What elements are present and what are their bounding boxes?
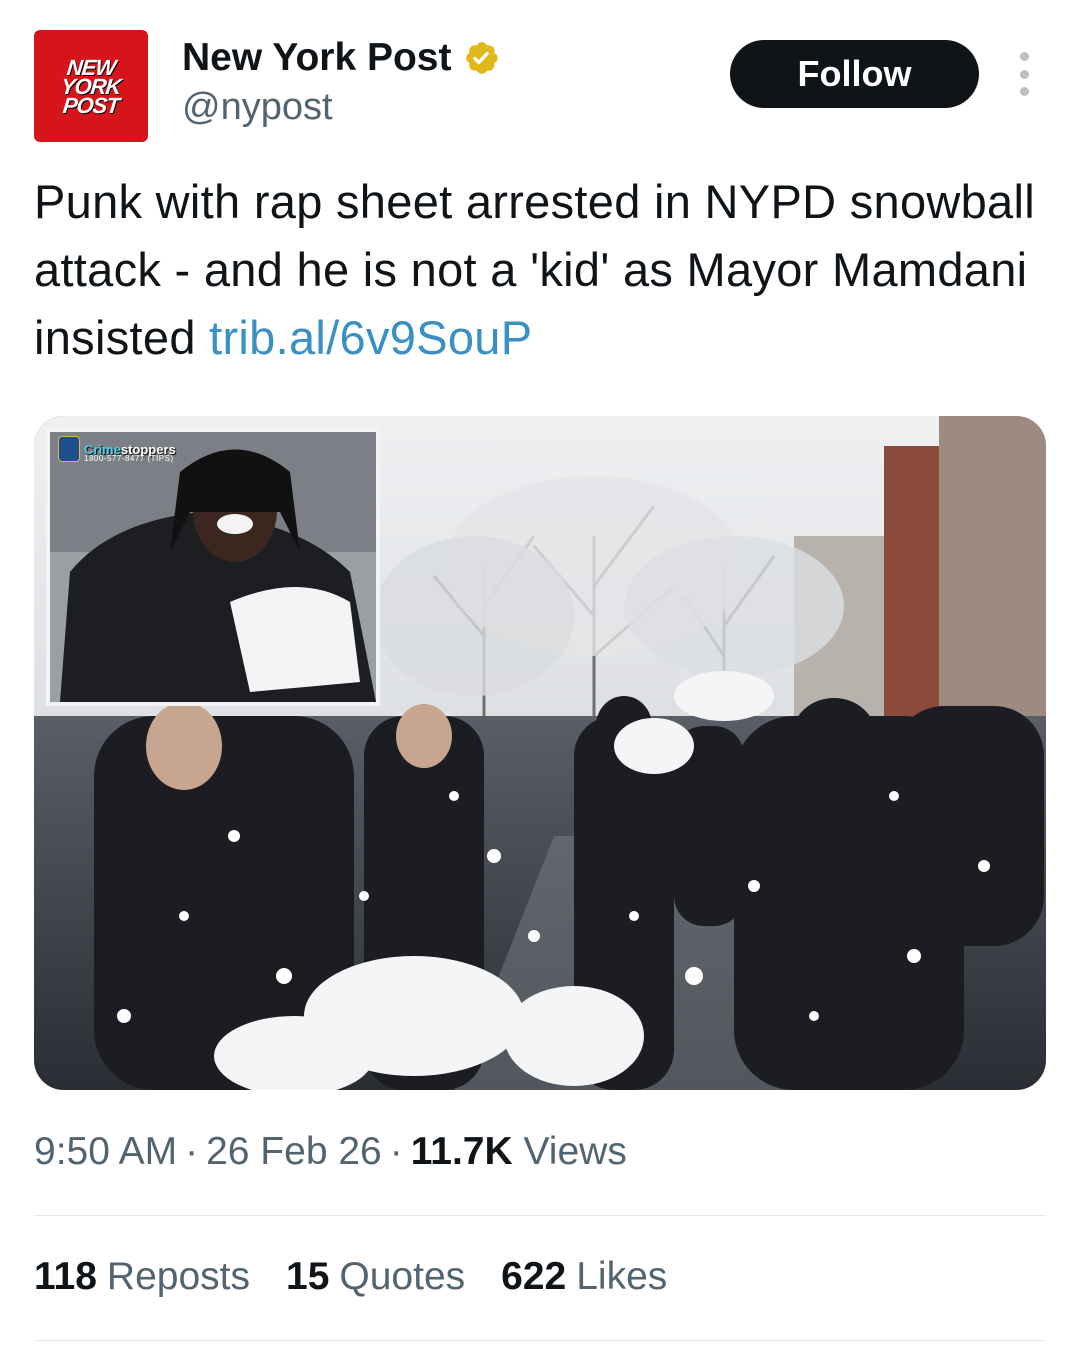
follow-button[interactable]: Follow <box>730 40 979 108</box>
tweet-meta: 9:50 AM · 26 Feb 26 · 11.7K Views <box>34 1130 627 1174</box>
likes-count: 622 <box>501 1255 567 1298</box>
author-name-row[interactable]: New York Post <box>182 36 501 80</box>
likes-stat[interactable]: 622 Likes <box>501 1255 667 1299</box>
engagement-stats: 118 Reposts 15 Quotes 622 Likes <box>34 1255 703 1299</box>
reposts-stat[interactable]: 118 Reposts <box>34 1255 250 1299</box>
more-dot <box>1019 69 1029 79</box>
more-vertical-icon[interactable] <box>1010 52 1038 96</box>
reposts-count: 118 <box>34 1255 97 1298</box>
more-dot <box>1019 87 1029 96</box>
tips-phone: 1800-577-8477 (TIPS) <box>84 454 174 463</box>
nypd-shield-icon <box>58 436 80 462</box>
tweet-text: Punk with rap sheet arrested in NYPD sno… <box>34 168 1044 372</box>
meta-separator: · <box>185 1130 199 1173</box>
logo-line-3: POST <box>61 92 121 118</box>
verified-badge-icon <box>461 38 501 78</box>
tweet-link[interactable]: trib.al/6v9SouP <box>209 311 532 364</box>
handle[interactable]: @nypost <box>182 86 333 129</box>
tweet-time[interactable]: 9:50 AM <box>34 1130 177 1173</box>
views-count: 11.7K <box>410 1130 513 1173</box>
divider <box>34 1215 1046 1216</box>
reposts-label: Reposts <box>106 1255 250 1298</box>
display-name[interactable]: New York Post <box>182 36 451 80</box>
meta-separator: · <box>389 1130 403 1173</box>
views-label: Views <box>523 1130 627 1173</box>
quotes-label: Quotes <box>339 1255 466 1298</box>
quotes-stat[interactable]: 15 Quotes <box>286 1255 465 1299</box>
avatar[interactable]: NEW YORK POST <box>34 30 148 142</box>
tweet-date[interactable]: 26 Feb 26 <box>206 1130 382 1173</box>
quotes-count: 15 <box>286 1255 330 1298</box>
likes-label: Likes <box>576 1255 668 1298</box>
tweet-body: Punk with rap sheet arrested in NYPD sno… <box>34 175 1035 364</box>
inset-photo: Crimestoppers 1800-577-8477 (TIPS) <box>46 428 380 706</box>
divider <box>34 1340 1046 1341</box>
more-dot <box>1019 52 1029 61</box>
